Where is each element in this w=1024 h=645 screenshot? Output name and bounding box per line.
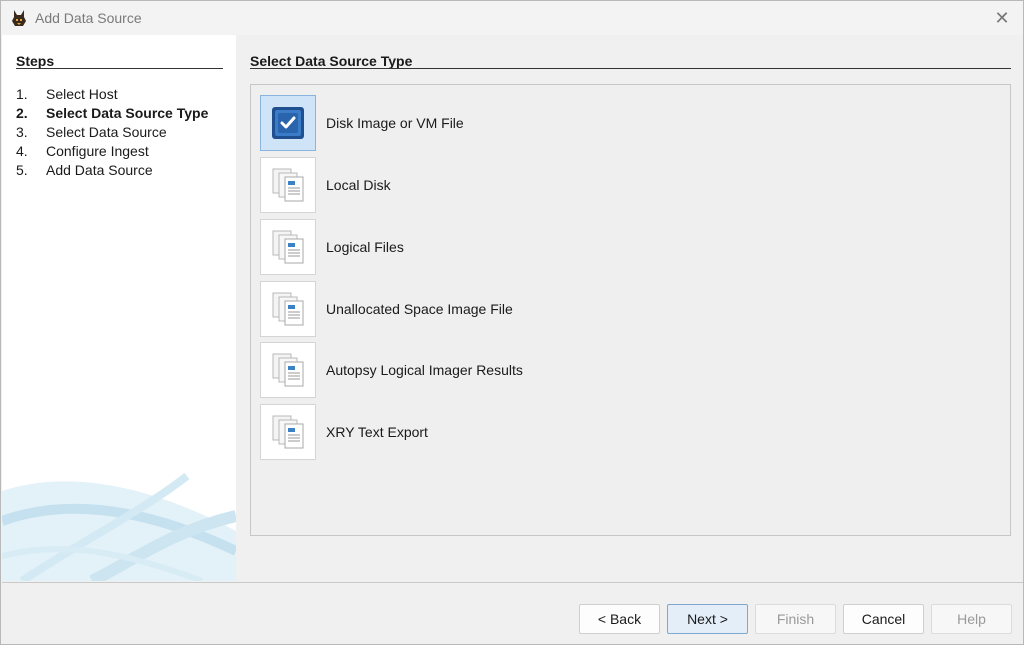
type-logical-files[interactable]: Logical Files [260,219,404,275]
add-data-source-dialog: Add Data Source ✕ Steps 1. Select Host 2.… [0,0,1024,645]
type-xry-text-export[interactable]: XRY Text Export [260,404,428,460]
section-divider [250,68,1011,69]
type-disk-image[interactable]: Disk Image or VM File [260,95,464,151]
type-logical-imager[interactable]: Autopsy Logical Imager Results [260,342,523,398]
close-button[interactable]: ✕ [991,7,1013,29]
autopsy-logo-icon [12,10,26,26]
type-label: Disk Image or VM File [326,115,464,131]
back-button[interactable]: < Back [579,604,660,634]
step-item: 1. Select Host [16,86,118,102]
type-label: Unallocated Space Image File [326,301,513,317]
disk-image-icon [260,95,316,151]
type-label: Logical Files [326,239,404,255]
file-stack-icon [260,342,316,398]
type-label: Autopsy Logical Imager Results [326,362,523,378]
decorative-swoosh [2,472,236,581]
steps-divider [16,68,223,69]
steps-panel: Steps 1. Select Host 2. Select Data Source… [2,35,236,581]
step-item-current: 2. Select Data Source Type [16,105,209,121]
main-panel: Select Data Source Type Disk Image or VM… [237,35,1023,581]
window-title: Add Data Source [35,10,142,26]
step-item: 4. Configure Ingest [16,143,149,159]
file-stack-icon [260,281,316,337]
steps-list: 1. Select Host 2. Select Data Source Type … [16,85,208,180]
file-stack-icon [260,157,316,213]
steps-heading: Steps [16,53,55,69]
step-item: 5. Add Data Source [16,162,153,178]
close-icon: ✕ [994,7,1010,28]
step-item: 3. Select Data Source [16,124,167,140]
file-stack-icon [260,404,316,460]
title-bar: Add Data Source ✕ [1,1,1023,35]
cancel-button[interactable]: Cancel [843,604,924,634]
button-bar: < Back Next > Finish Cancel Help [2,582,1023,644]
type-local-disk[interactable]: Local Disk [260,157,391,213]
section-heading: Select Data Source Type [250,53,413,69]
file-stack-icon [260,219,316,275]
help-button[interactable]: Help [931,604,1012,634]
type-unallocated-space[interactable]: Unallocated Space Image File [260,281,513,337]
finish-button[interactable]: Finish [755,604,836,634]
type-label: Local Disk [326,177,391,193]
next-button[interactable]: Next > [667,604,748,634]
data-source-type-list: Disk Image or VM File Local Disk Logical… [250,84,1011,536]
type-label: XRY Text Export [326,424,428,440]
